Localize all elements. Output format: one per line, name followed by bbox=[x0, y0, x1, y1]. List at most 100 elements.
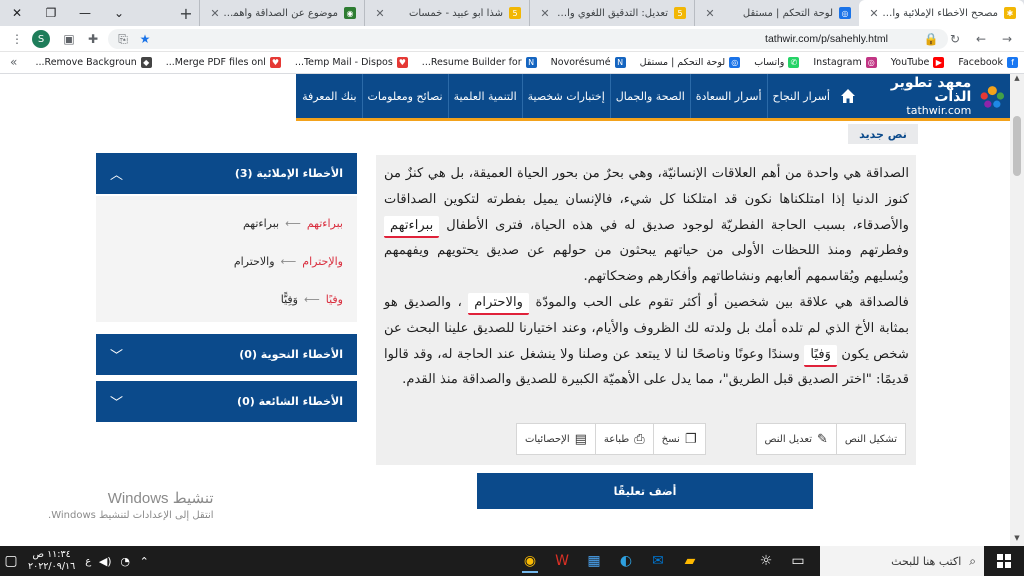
spelling-error-highlight[interactable]: ببراءتهم bbox=[384, 215, 440, 238]
statistics-label: الإحصائيات bbox=[524, 433, 570, 445]
network-icon[interactable]: ◔ bbox=[115, 549, 135, 573]
bookmark-whatsapp[interactable]: ✆ واتساب bbox=[754, 57, 800, 68]
chrome-icon[interactable]: ◉ bbox=[516, 549, 544, 573]
bookmark-novoresume[interactable]: N Novorésumé bbox=[551, 57, 626, 68]
mail-icon[interactable]: ✉ bbox=[644, 549, 672, 573]
menu-icon[interactable]: ⋮ bbox=[8, 30, 26, 48]
misspelled-word: والإحترام bbox=[302, 254, 343, 268]
edit-text-button[interactable]: ✎ تعديل النص bbox=[755, 423, 836, 455]
bookmark-youtube[interactable]: ▶ YouTube bbox=[891, 57, 945, 68]
copy-button[interactable]: ❐ نسخ bbox=[652, 423, 706, 455]
close-tab-icon[interactable]: ✕ bbox=[373, 7, 387, 20]
close-window-icon[interactable]: ✕ bbox=[0, 0, 34, 26]
editor-actions: تشكيل النص ✎ تعديل النص ❐ نسخ ⎙ طباعة ▤ … bbox=[386, 423, 906, 455]
close-tab-icon[interactable]: ✕ bbox=[208, 7, 222, 20]
nav-personality-tests[interactable]: إختبارات شخصية bbox=[521, 74, 610, 118]
start-button[interactable] bbox=[984, 546, 1024, 576]
nav-happiness-secrets[interactable]: أسرار السعادة bbox=[689, 74, 767, 118]
nav-tips-info[interactable]: نصائح ومعلومات bbox=[361, 74, 448, 118]
bookmark-facebook[interactable]: f Facebook bbox=[958, 57, 1018, 68]
back-icon[interactable]: → bbox=[998, 30, 1016, 48]
address-bar[interactable]: 🔒 tathwir.com/p/sahehly.html ⎘ ★ bbox=[108, 29, 948, 49]
print-label: طباعة bbox=[603, 433, 630, 445]
scrollbar-thumb[interactable] bbox=[1013, 116, 1021, 176]
home-icon[interactable] bbox=[835, 74, 861, 118]
tab-search-icon[interactable]: ⌄ bbox=[102, 0, 136, 26]
bookmark-mostaql[interactable]: ◎ لوحة التحكم | مستقل bbox=[640, 57, 741, 68]
suggested-correction[interactable]: والاحترام bbox=[234, 255, 275, 268]
reload-icon[interactable]: ↻ bbox=[946, 30, 964, 48]
scroll-up-icon[interactable]: ▲ bbox=[1010, 74, 1024, 86]
volume-icon[interactable]: ◀) bbox=[95, 549, 115, 573]
grammar-errors-panel-header[interactable]: الأخطاء النحوية (0) ﹀ bbox=[96, 334, 357, 375]
correction-row[interactable]: ببراءتهم ⟵ ببراءتهم bbox=[110, 204, 343, 242]
file-explorer-icon[interactable]: ▰ bbox=[676, 549, 704, 573]
browser-tab[interactable]: ◉ موضوع عن الصداقة وأهميتها ✕ bbox=[199, 0, 364, 26]
nav-knowledge-bank[interactable]: بنك المعرفة bbox=[297, 74, 361, 118]
store-icon[interactable]: ▦ bbox=[580, 549, 608, 573]
nav-health-beauty[interactable]: الصحة والجمال bbox=[609, 74, 690, 118]
taskbar-search[interactable]: ⌕ اكتب هنا للبحث bbox=[820, 546, 984, 576]
page-scrollbar[interactable]: ▲ ▼ bbox=[1010, 74, 1024, 546]
minimize-window-icon[interactable]: — bbox=[68, 0, 102, 26]
lock-icon[interactable]: 🔒 bbox=[922, 30, 940, 48]
profile-avatar[interactable]: S bbox=[32, 30, 50, 48]
close-tab-icon[interactable]: ✕ bbox=[538, 7, 552, 20]
url-text: tathwir.com/p/sahehly.html bbox=[765, 33, 888, 45]
notifications-icon[interactable]: ▢ bbox=[0, 549, 22, 573]
bookmark-instagram[interactable]: ◎ Instagram bbox=[813, 57, 877, 68]
task-view-icon[interactable]: ▭ bbox=[784, 549, 812, 573]
more-bookmarks-icon[interactable]: » bbox=[10, 55, 17, 69]
spelling-error-highlight[interactable]: والاحترام bbox=[468, 292, 530, 315]
browser-tab[interactable]: 5 شذا أبو عبيد - خمسات ✕ bbox=[364, 0, 529, 26]
site-logo[interactable]: معهد تطوير الذات tathwir.com bbox=[861, 74, 1016, 118]
suggested-correction[interactable]: ببراءتهم bbox=[243, 217, 279, 230]
text-editor[interactable]: الصداقة هي واحدة من أهم العلاقات الإنسان… bbox=[376, 155, 916, 465]
instagram-icon: ◎ bbox=[865, 57, 877, 68]
add-comment-button[interactable]: أضف تعليقًا bbox=[477, 473, 813, 509]
extensions-icon[interactable]: ✚ bbox=[84, 30, 102, 48]
chevron-up-icon[interactable]: ︿ bbox=[110, 164, 123, 183]
correction-row[interactable]: والإحترام ⟵ والاحترام bbox=[110, 242, 343, 280]
common-errors-panel-header[interactable]: الأخطاء الشائعة (0) ﹀ bbox=[96, 381, 357, 422]
browser-tab-active[interactable]: ✱ مصحح الأخطاء الإملائية والنحوية ✕ bbox=[859, 0, 1024, 26]
nav-success-secrets[interactable]: أسرار النجاح bbox=[766, 74, 836, 118]
restore-window-icon[interactable]: ❐ bbox=[34, 0, 68, 26]
wps-office-icon[interactable]: W bbox=[548, 549, 576, 573]
bookmark-temp-mail[interactable]: ♥ Temp Mail - Dispos... bbox=[295, 57, 408, 68]
taskbar-clock[interactable]: ١١:٣٤ ص ٢٠٢٢/٠٩/١٦ bbox=[22, 549, 81, 573]
correction-row[interactable]: وفيًا ⟵ وَفِيًّا bbox=[110, 280, 343, 318]
nav-scientific-development[interactable]: التنمية العلمية bbox=[447, 74, 522, 118]
suggested-correction[interactable]: وَفِيًّا bbox=[281, 293, 298, 306]
browser-tab[interactable]: 5 تعديل: التدقيق اللغوي والإملائي ✕ bbox=[529, 0, 694, 26]
editor-text[interactable]: الصداقة هي واحدة من أهم العلاقات الإنسان… bbox=[384, 161, 909, 393]
bookmark-resume-builder[interactable]: N Resume Builder for... bbox=[422, 57, 537, 68]
new-text-button[interactable]: نص جديد bbox=[848, 124, 918, 144]
misspelled-word: ببراءتهم bbox=[306, 216, 343, 230]
print-button[interactable]: ⎙ طباعة bbox=[594, 423, 653, 455]
bookmark-star-icon[interactable]: ★ bbox=[136, 30, 154, 48]
input-language[interactable]: ع bbox=[81, 556, 95, 567]
new-tab-icon[interactable]: + bbox=[173, 0, 199, 26]
browser-tab[interactable]: ◎ لوحة التحكم | مستقل ✕ bbox=[694, 0, 859, 26]
bookmark-remove-bg[interactable]: ◆ Remove Backgroun... bbox=[35, 57, 152, 68]
clock-date: ٢٠٢٢/٠٩/١٦ bbox=[28, 561, 76, 572]
show-hidden-icons-icon[interactable]: ⌃ bbox=[135, 549, 153, 573]
chevron-down-icon[interactable]: ﹀ bbox=[110, 345, 123, 364]
spelling-errors-panel-header[interactable]: الأخطاء الإملائية (3) ︿ bbox=[96, 153, 357, 194]
statistics-button[interactable]: ▤ الإحصائيات bbox=[515, 423, 595, 455]
spelling-error-highlight[interactable]: وَفيًا bbox=[804, 344, 838, 367]
tashkeel-button[interactable]: تشكيل النص bbox=[835, 423, 906, 455]
removebg-icon: ◆ bbox=[140, 57, 152, 68]
clock-time: ١١:٣٤ ص bbox=[32, 549, 71, 560]
edge-icon[interactable]: ◐ bbox=[612, 549, 640, 573]
install-app-icon[interactable]: ⎘ bbox=[114, 30, 132, 48]
scroll-down-icon[interactable]: ▼ bbox=[1010, 534, 1024, 546]
side-panel-icon[interactable]: ▣ bbox=[60, 30, 78, 48]
close-tab-icon[interactable]: ✕ bbox=[867, 7, 881, 20]
widgets-icon[interactable]: ☼ bbox=[752, 549, 780, 573]
bookmark-merge-pdf[interactable]: ♥ Merge PDF files onl... bbox=[166, 57, 281, 68]
chevron-down-icon[interactable]: ﹀ bbox=[110, 392, 123, 411]
forward-icon[interactable]: ← bbox=[972, 30, 990, 48]
close-tab-icon[interactable]: ✕ bbox=[703, 7, 717, 20]
